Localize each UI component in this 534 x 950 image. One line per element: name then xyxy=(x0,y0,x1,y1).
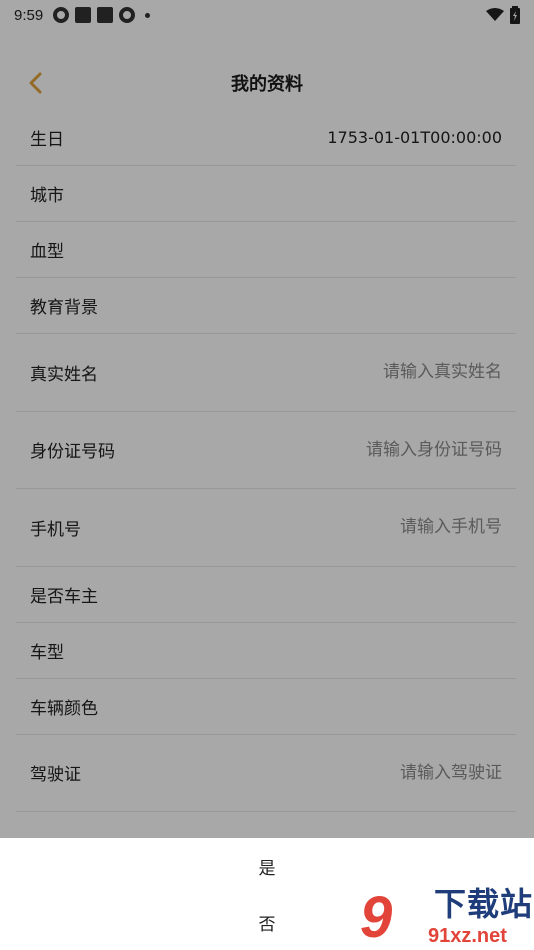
watermark-nine: 9 xyxy=(360,885,393,950)
modal-overlay[interactable] xyxy=(0,0,534,838)
profile-screen: 9:59 我的资料 生日 1753-01-01T00:00:00 城市 血型 教… xyxy=(0,0,534,950)
watermark-title: 下载站 xyxy=(434,885,534,923)
watermark-logo: 9 下载站 91xz.net xyxy=(360,886,534,950)
watermark-subtitle: 91xz.net xyxy=(428,925,507,947)
